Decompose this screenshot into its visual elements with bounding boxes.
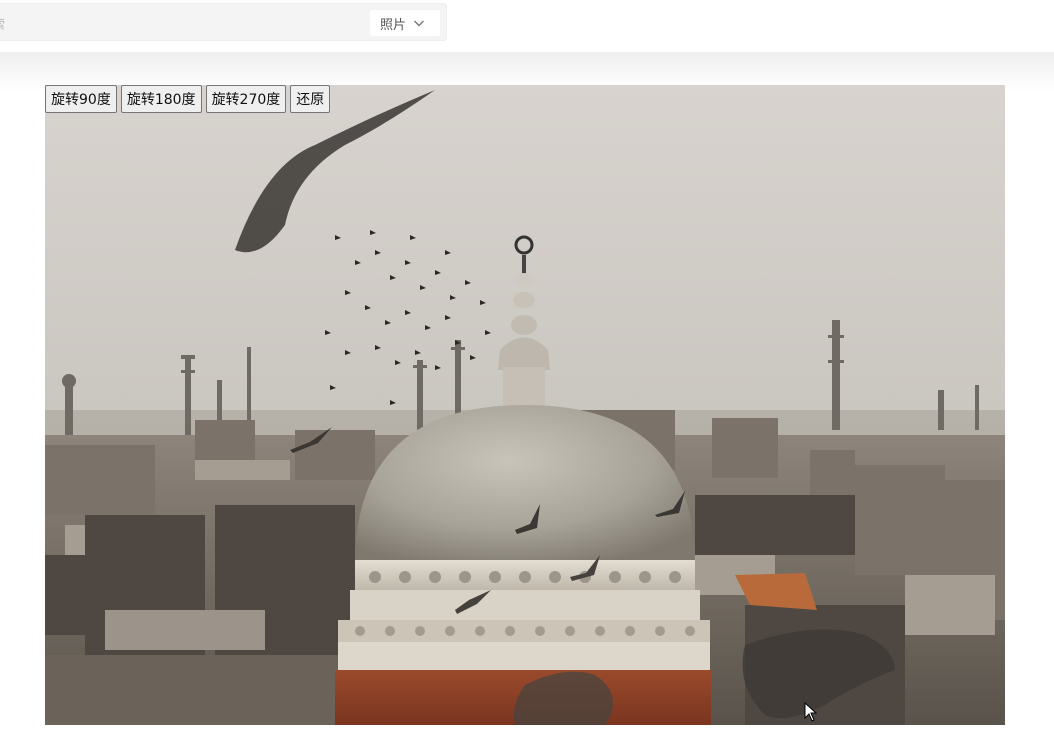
- chevron-down-icon: [414, 20, 425, 27]
- search-bar: 索 照片: [0, 4, 446, 40]
- category-label: 照片: [380, 17, 407, 33]
- rotate-90-button[interactable]: 旋转90度: [45, 85, 117, 113]
- rotation-toolbar: 旋转90度 旋转180度 旋转270度 还原: [45, 85, 331, 113]
- restore-button[interactable]: 还原: [290, 85, 331, 113]
- rotate-270-button[interactable]: 旋转270度: [205, 85, 287, 113]
- top-bar: 索 照片: [0, 0, 1054, 52]
- image-viewer: [45, 85, 1005, 725]
- rotate-180-button[interactable]: 旋转180度: [120, 85, 202, 113]
- mouse-pointer-icon: [804, 702, 818, 722]
- category-dropdown[interactable]: 照片: [370, 10, 440, 36]
- mosque-dome-photo: [45, 85, 1005, 725]
- search-input[interactable]: [0, 4, 358, 40]
